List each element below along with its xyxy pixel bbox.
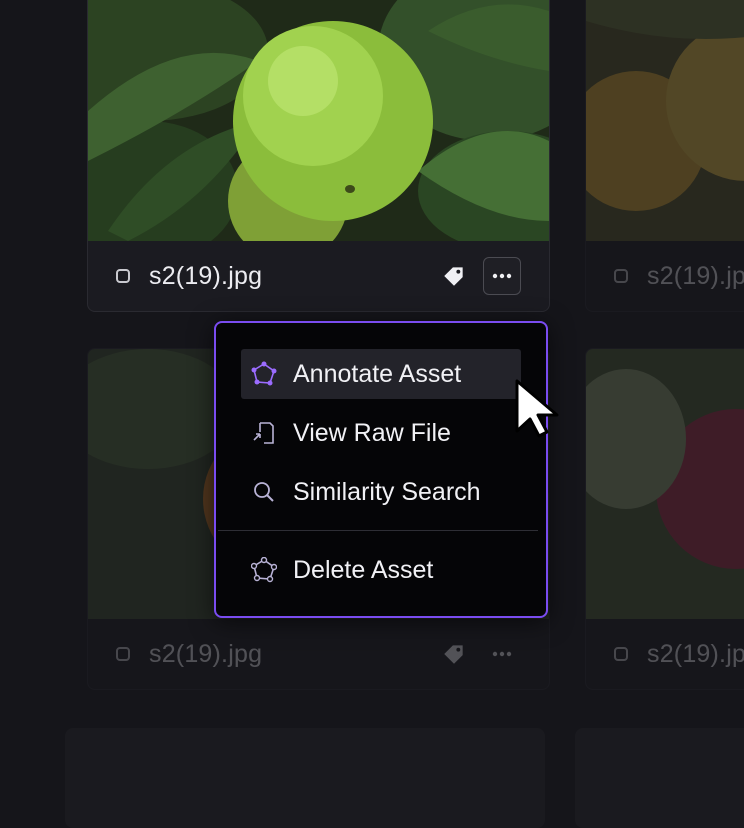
select-checkbox[interactable] (116, 647, 130, 661)
lime-fruit-image (88, 0, 549, 261)
select-checkbox[interactable] (614, 269, 628, 283)
lemon-fruit-image (586, 0, 744, 241)
menu-item-label: Annotate Asset (293, 359, 462, 388)
asset-filename: s2(19).jpg (647, 261, 744, 290)
menu-item-view-raw-file[interactable]: View Raw File (241, 408, 521, 458)
asset-card-footer: s2(19).jpg (88, 619, 549, 689)
menu-item-similarity-search[interactable]: Similarity Search (241, 467, 521, 517)
tag-icon[interactable] (441, 263, 467, 289)
ellipsis-icon (492, 651, 512, 657)
asset-card-placeholder (65, 728, 545, 828)
asset-card-placeholder (575, 728, 744, 828)
asset-card-footer: s2(19).jpg (586, 619, 744, 689)
mouse-cursor-icon (515, 379, 559, 438)
asset-card[interactable]: s2(19).jpg (87, 0, 550, 312)
asset-card-footer: s2(19).jpg (88, 241, 549, 311)
asset-thumbnail[interactable] (586, 0, 744, 241)
asset-thumbnail[interactable] (88, 0, 549, 261)
menu-item-label: Similarity Search (293, 477, 481, 506)
menu-item-delete-asset[interactable]: Delete Asset (241, 545, 521, 595)
select-checkbox[interactable] (614, 647, 628, 661)
asset-card-footer: s2(19).jpg (586, 241, 744, 311)
asset-card[interactable]: s2(19).jpg (585, 348, 744, 690)
raw-file-icon (253, 422, 274, 444)
menu-item-annotate-asset[interactable]: Annotate Asset (241, 349, 521, 399)
menu-item-label: Delete Asset (293, 555, 434, 584)
more-options-button[interactable] (483, 257, 521, 295)
asset-context-menu: Annotate Asset View Raw File Similarity … (214, 321, 548, 618)
ellipsis-icon (492, 273, 512, 279)
more-options-button[interactable] (483, 635, 521, 673)
annotate-icon (251, 361, 277, 386)
select-checkbox[interactable] (116, 269, 130, 283)
asset-filename: s2(19).jpg (149, 639, 263, 668)
asset-filename: s2(19).jpg (647, 639, 744, 668)
tag-icon[interactable] (441, 641, 467, 667)
guava-fruit-image (586, 349, 744, 619)
asset-card[interactable]: s2(19).jpg (585, 0, 744, 312)
delete-asset-icon (251, 557, 277, 583)
asset-filename: s2(19).jpg (149, 261, 263, 290)
menu-item-label: View Raw File (293, 418, 451, 447)
menu-separator (218, 530, 538, 531)
asset-thumbnail[interactable] (586, 349, 744, 619)
search-icon (254, 482, 274, 502)
